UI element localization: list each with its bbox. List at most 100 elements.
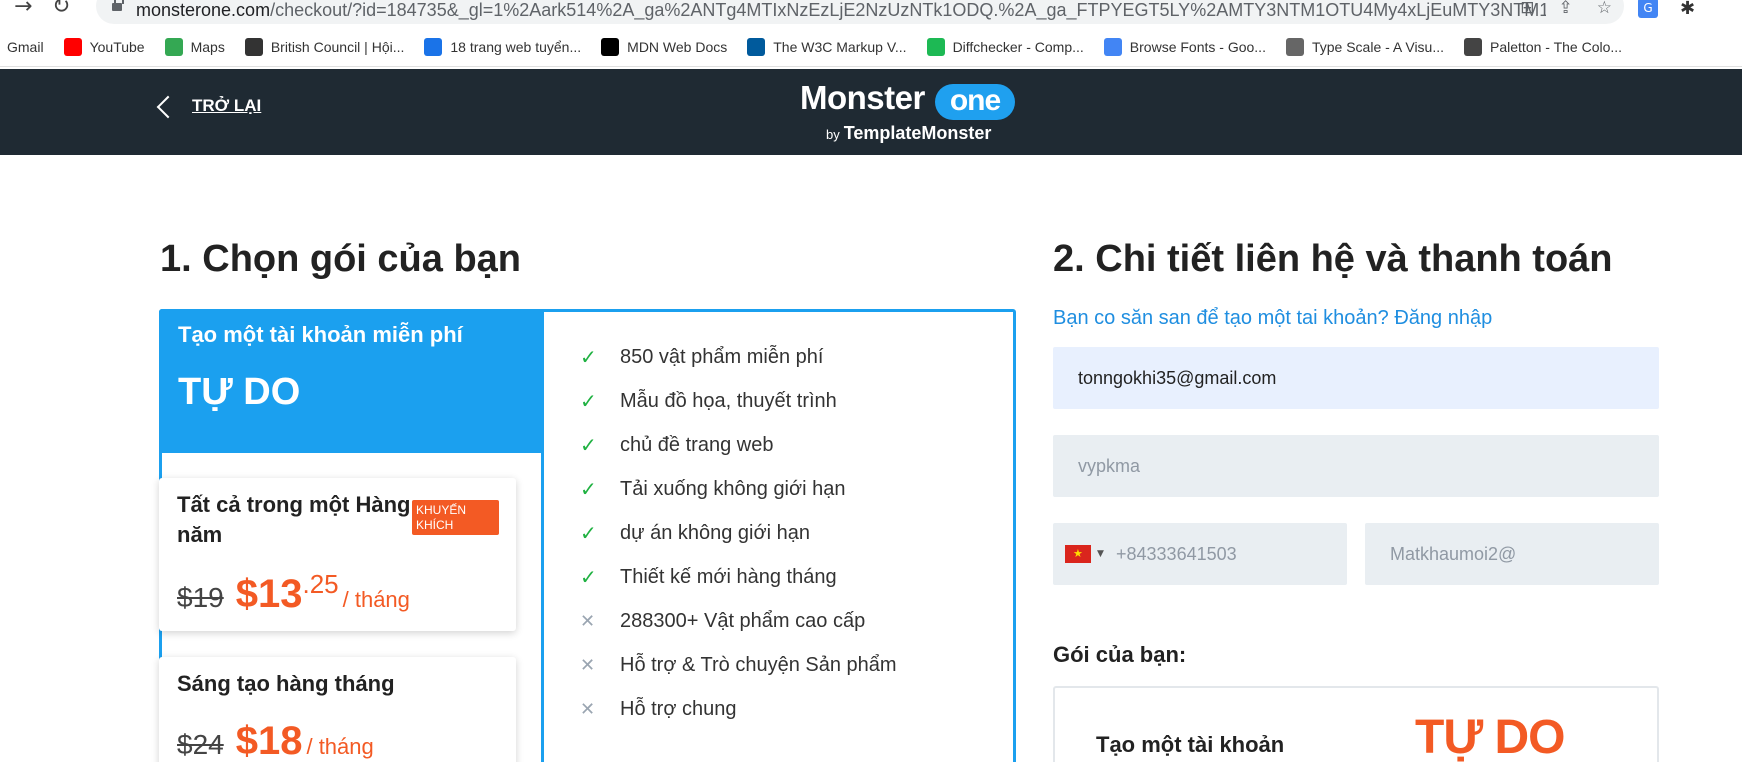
your-plan-label: Gói của bạn:: [1053, 642, 1187, 667]
bookmark-label: British Council | Hội...: [270, 38, 405, 55]
feature-item: ✕ Hỗ trợ & Trò chuyện Sản phẩm: [580, 643, 897, 687]
name-field[interactable]: vypkma: [1053, 435, 1659, 497]
browser-toolbar: → ↻ monsterone.com/checkout/?id=184735&_…: [0, 0, 1742, 25]
new-price: $18: [235, 719, 303, 762]
plan-option-all-in-one-annual[interactable]: Tất cả trong một Hàng năm KHUYẾN KHÍCH $…: [159, 478, 516, 631]
forward-icon[interactable]: →: [14, 0, 32, 19]
recommended-badge: KHUYẾN KHÍCH: [412, 500, 499, 535]
old-price: $19: [177, 582, 224, 613]
bookmark-label: Diffchecker - Comp...: [952, 38, 1084, 55]
vietnam-flag-icon[interactable]: [1065, 545, 1091, 563]
bookmark-item[interactable]: Maps: [164, 37, 225, 56]
feature-text: dự án không giới hạn: [620, 521, 810, 544]
phone-field[interactable]: ▼ +84333641503: [1053, 523, 1347, 585]
web-icon: [424, 37, 443, 56]
plan-free-name: TỰ DO: [178, 371, 301, 413]
bookmark-item[interactable]: YouTube: [63, 37, 145, 56]
bookmark-label: Type Scale - A Visu...: [1311, 38, 1445, 55]
lock-icon[interactable]: [112, 0, 124, 12]
monsterone-logo[interactable]: Monster one by TemplateMonster: [800, 79, 1020, 145]
plans-heading: 1. Chọn gói của bạn: [160, 238, 522, 280]
email-field[interactable]: tonngokhi35@gmail.com: [1053, 347, 1659, 409]
reload-icon[interactable]: ↻: [52, 0, 70, 19]
cross-icon: ✕: [580, 698, 596, 720]
plan-option-free[interactable]: Tạo một tài khoản miễn phí TỰ DO: [159, 309, 543, 453]
password-field[interactable]: Matkhaumoi2@: [1365, 523, 1659, 585]
plans-divider: [541, 309, 544, 762]
feature-item: ✕ 288300+ Vật phẩm cao cấp: [580, 599, 897, 643]
bookmark-item[interactable]: 18 trang web tuyển...: [424, 37, 582, 56]
translate-icon[interactable]: ⊞: [1520, 0, 1534, 18]
feature-item: ✓ chủ đề trang web: [580, 423, 897, 467]
feature-item: ✓ Thiết kế mới hàng tháng: [580, 555, 897, 599]
bookmark-label: Browse Fonts - Goo...: [1129, 38, 1266, 55]
logo-monster-text: Monster: [800, 79, 925, 116]
bookmark-item[interactable]: Diffchecker - Comp...: [926, 37, 1084, 56]
phone-value: +84333641503: [1116, 544, 1237, 564]
bookmark-label: Gmail: [7, 38, 44, 55]
summary-plan-desc: Tạo một tài khoản: [1096, 732, 1285, 757]
feature-item: ✕ Hỗ trợ chung: [580, 687, 897, 731]
paletton-icon: [1464, 37, 1483, 56]
price-cents: .25: [302, 569, 339, 599]
maps-icon: [164, 37, 183, 56]
cross-icon: ✕: [580, 610, 596, 632]
bookmark-item[interactable]: The W3C Markup V...: [747, 37, 907, 56]
back-link[interactable]: TRỞ LẠI: [156, 95, 261, 119]
feature-item: ✓ 850 vật phẩm miễn phí: [580, 335, 897, 379]
plan-option-creative-monthly[interactable]: Sáng tạo hàng tháng $24 $18 / tháng: [159, 657, 516, 762]
chevron-down-icon[interactable]: ▼: [1097, 523, 1104, 585]
logo-one-badge: one: [935, 84, 1015, 120]
feature-text: Mẫu đồ họa, thuyết trình: [620, 389, 837, 412]
check-icon: ✓: [580, 477, 597, 501]
chevron-left-icon: [156, 95, 180, 119]
bookmark-item[interactable]: Paletton - The Colo...: [1464, 37, 1623, 56]
plan-title: Sáng tạo hàng tháng: [177, 671, 395, 696]
plan-free-subtitle: Tạo một tài khoản miễn phí: [178, 322, 463, 347]
old-price: $24: [177, 729, 224, 760]
youtube-icon: [63, 37, 82, 56]
check-icon: ✓: [580, 565, 597, 589]
bookmark-label: 18 trang web tuyển...: [450, 38, 582, 55]
share-icon[interactable]: ⇪: [1559, 0, 1573, 18]
bookmark-label: Paletton - The Colo...: [1490, 38, 1623, 55]
feature-text: Hỗ trợ chung: [620, 697, 737, 720]
extensions-puzzle-icon[interactable]: ✱: [1680, 0, 1695, 19]
price-period: / tháng: [306, 734, 374, 759]
feature-item: ✓ Mẫu đồ họa, thuyết trình: [580, 379, 897, 423]
bookmark-label: YouTube: [89, 38, 145, 55]
price-row: $19 $13 .25 / tháng: [177, 569, 410, 617]
contact-heading: 2. Chi tiết liên hệ và thanh toán: [1053, 238, 1613, 280]
bookmark-item[interactable]: Gmail: [7, 39, 44, 55]
back-label[interactable]: TRỞ LẠI: [192, 96, 261, 116]
feature-text: chủ đề trang web: [620, 433, 774, 456]
diffchecker-icon: [926, 37, 945, 56]
bookmark-item[interactable]: Type Scale - A Visu...: [1285, 37, 1445, 56]
bookmarks-bar: Gmail YouTube Maps British Council | Hội...…: [0, 27, 1742, 67]
bookmark-item[interactable]: British Council | Hội...: [244, 37, 405, 56]
url-text[interactable]: monsterone.com/checkout/?id=184735&_gl=1…: [136, 0, 1546, 21]
google-translate-extension-icon[interactable]: G: [1638, 0, 1658, 18]
check-icon: ✓: [580, 345, 597, 369]
price-row: $24 $18 / tháng: [177, 719, 374, 762]
address-bar[interactable]: monsterone.com/checkout/?id=184735&_gl=1…: [96, 0, 1624, 24]
login-link[interactable]: Bạn co săn san để tạo một tai khoản? Đăn…: [1053, 307, 1492, 330]
summary-plan-name: TỰ DO: [1415, 711, 1565, 762]
feature-item: ✓ Tải xuống không giới hạn: [580, 467, 897, 511]
feature-text: Tải xuống không giới hạn: [620, 477, 846, 500]
price-period: / tháng: [342, 587, 410, 612]
feature-text: Thiết kế mới hàng tháng: [620, 565, 837, 588]
feature-list: ✓ 850 vật phẩm miễn phí ✓ Mẫu đồ họa, thuyế…: [580, 335, 897, 731]
bookmark-label: MDN Web Docs: [627, 38, 728, 55]
new-price: $13: [235, 572, 303, 616]
bookmark-item[interactable]: Browse Fonts - Goo...: [1103, 37, 1266, 56]
logo-byline: by TemplateMonster: [826, 123, 992, 143]
bookmark-item[interactable]: MDN Web Docs: [601, 37, 728, 56]
feature-text: 850 vật phẩm miễn phí: [620, 345, 824, 368]
site-header: TRỞ LẠI Monster one by TemplateMonster: [0, 69, 1742, 155]
check-icon: ✓: [580, 433, 597, 457]
british-council-icon: [244, 37, 263, 56]
plan-summary-box: Tạo một tài khoản TỰ DO: [1053, 686, 1659, 762]
bookmark-label: The W3C Markup V...: [773, 38, 907, 55]
bookmark-star-icon[interactable]: ☆: [1597, 0, 1612, 18]
